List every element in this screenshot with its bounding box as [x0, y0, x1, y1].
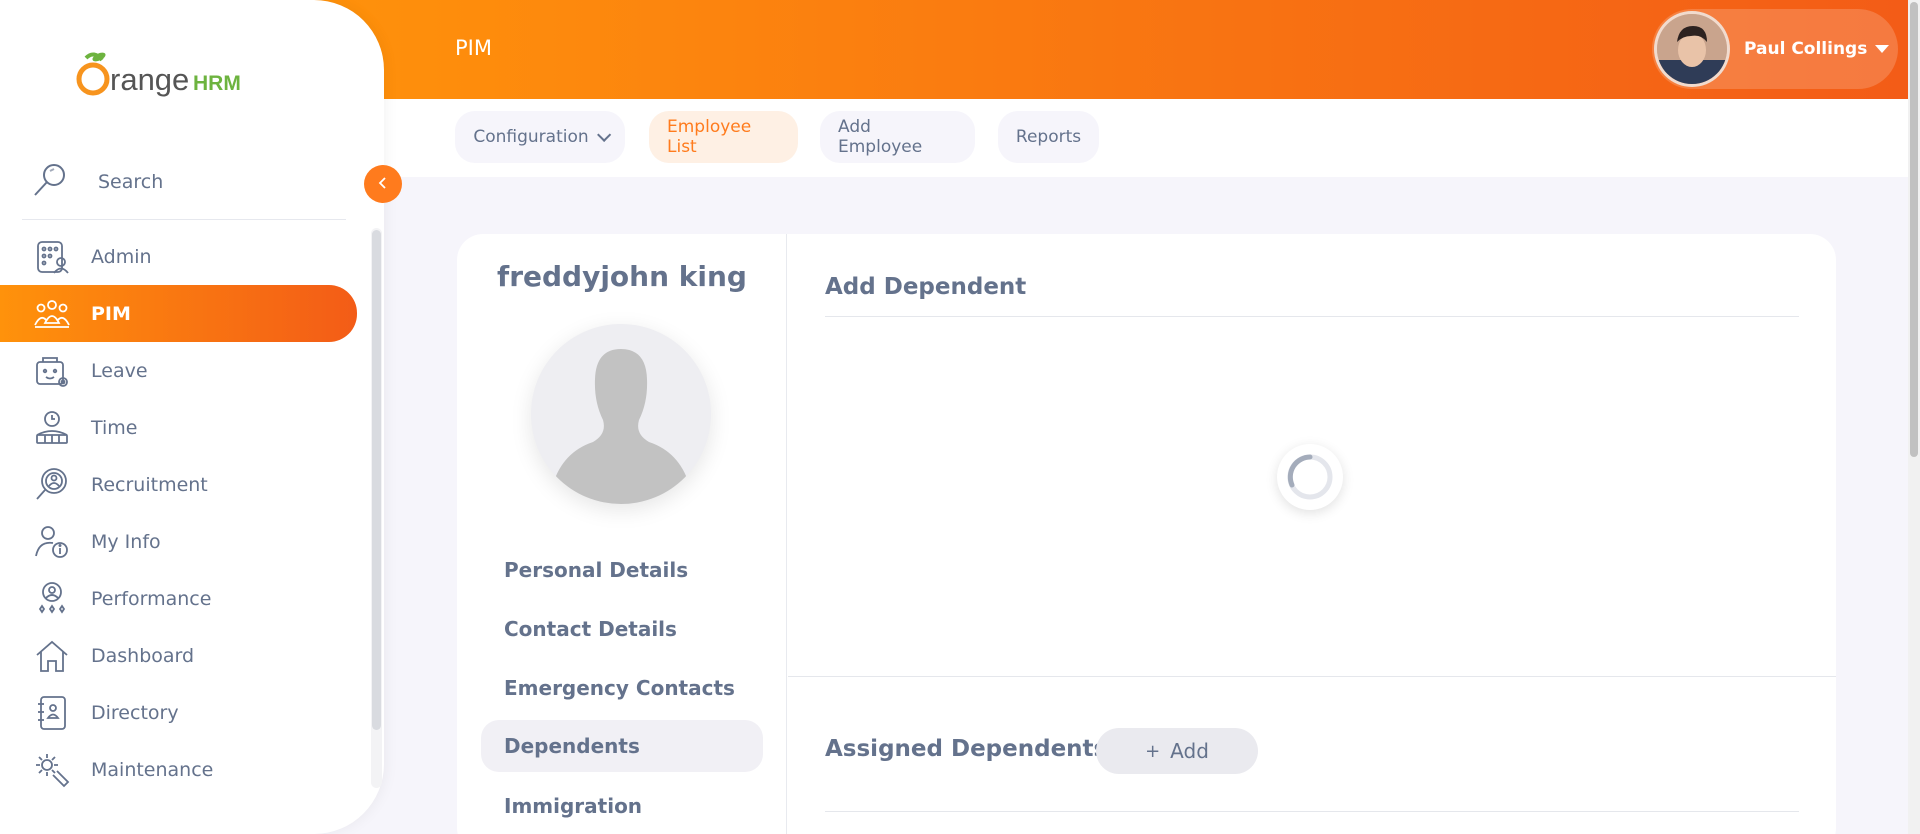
sidebar-item-label: Performance — [91, 587, 212, 610]
svg-text:range: range — [110, 62, 189, 97]
chevron-down-icon — [596, 127, 611, 142]
page-scrollbar[interactable] — [1908, 0, 1920, 834]
sidebar-item-my-info[interactable]: My Info — [0, 513, 360, 570]
search-divider — [22, 219, 346, 220]
sidebar-item-label: My Info — [91, 530, 161, 553]
sidebar-item-performance[interactable]: Performance — [0, 570, 360, 627]
tab-dependents[interactable]: Dependents — [481, 720, 763, 772]
search-label: Search — [98, 171, 164, 193]
sidebar-item-label: Dashboard — [91, 644, 195, 667]
sidebar-item-time[interactable]: Time — [0, 399, 360, 456]
tab-reports[interactable]: Reports — [998, 111, 1099, 163]
employee-photo[interactable] — [531, 324, 711, 504]
tab-add-employee[interactable]: Add Employee — [820, 111, 975, 163]
employee-card: freddyjohn king Personal Details Contact… — [457, 234, 1836, 834]
recruitment-icon — [32, 465, 72, 505]
admin-icon — [32, 237, 72, 277]
leave-icon — [32, 351, 72, 391]
tab-emergency-contacts[interactable]: Emergency Contacts — [481, 658, 763, 717]
sidebar-scrollbar-thumb[interactable] — [372, 230, 381, 730]
employee-name: freddyjohn king — [497, 260, 747, 293]
user-menu[interactable]: Paul Collings — [1652, 9, 1898, 89]
sidebar-item-label: Time — [91, 416, 138, 439]
sidebar-item-admin[interactable]: Admin — [0, 228, 360, 285]
add-button-label: Add — [1170, 739, 1209, 763]
sidebar-item-directory[interactable]: Directory — [0, 684, 360, 741]
section-divider — [788, 676, 1836, 677]
employee-side-panel: freddyjohn king Personal Details Contact… — [457, 234, 787, 834]
sidebar-item-label: Directory — [91, 701, 179, 724]
plus-icon: + — [1145, 740, 1161, 762]
employee-tabs: Personal Details Contact Details Emergen… — [481, 540, 763, 834]
user-name: Paul Collings — [1744, 39, 1868, 59]
sidebar-item-maintenance[interactable]: Maintenance — [0, 741, 360, 798]
maintenance-icon — [32, 750, 72, 790]
sidebar-item-label: Admin — [91, 245, 152, 268]
tab-label: Configuration — [473, 127, 589, 147]
divider — [825, 316, 1799, 317]
assigned-dependents-title: Assigned Dependents — [825, 736, 1108, 762]
tab-employee-list[interactable]: Employee List — [649, 111, 798, 163]
collapse-sidebar-button[interactable] — [364, 165, 402, 203]
sidebar: range HRM Search Admin PIM Leave Time Re… — [0, 0, 384, 834]
add-dependent-title: Add Dependent — [825, 274, 1027, 300]
dependents-panel: Add Dependent Assigned Dependents + Add — [788, 234, 1836, 834]
tab-personal-details[interactable]: Personal Details — [481, 540, 763, 599]
sidebar-item-label: Leave — [91, 359, 148, 382]
spinner-icon — [1287, 454, 1333, 500]
performance-icon — [32, 579, 72, 619]
tab-label: Add Employee — [838, 117, 923, 157]
chevron-left-icon — [377, 175, 389, 194]
directory-icon — [32, 693, 72, 733]
tab-immigration[interactable]: Immigration — [481, 776, 763, 834]
loading-spinner — [1277, 444, 1343, 510]
dashboard-icon — [32, 636, 72, 676]
sidebar-item-label: Recruitment — [91, 473, 208, 496]
tab-configuration[interactable]: Configuration — [455, 111, 625, 163]
avatar — [1654, 11, 1730, 87]
top-bar: PIM Paul Collings — [300, 0, 1908, 99]
sidebar-search[interactable]: Search — [30, 160, 163, 204]
sub-navigation: Configuration Employee List Add Employee… — [300, 99, 1908, 177]
sidebar-item-pim[interactable]: PIM — [0, 285, 357, 342]
tab-label: Employee List — [667, 117, 752, 157]
caret-down-icon — [1875, 45, 1890, 53]
sidebar-item-recruitment[interactable]: Recruitment — [0, 456, 360, 513]
sidebar-item-label: PIM — [91, 302, 131, 325]
add-dependent-button[interactable]: + Add — [1096, 728, 1258, 774]
my-info-icon — [32, 522, 72, 562]
page-scrollbar-thumb[interactable] — [1910, 2, 1918, 457]
pim-icon — [32, 294, 72, 334]
sidebar-nav: Admin PIM Leave Time Recruitment My Info… — [0, 228, 360, 798]
svg-text:HRM: HRM — [193, 72, 241, 95]
search-icon — [30, 160, 70, 204]
sidebar-item-leave[interactable]: Leave — [0, 342, 360, 399]
sidebar-item-label: Maintenance — [91, 758, 214, 781]
page-title: PIM — [455, 36, 492, 60]
sidebar-item-dashboard[interactable]: Dashboard — [0, 627, 360, 684]
tab-label: Reports — [1015, 127, 1082, 147]
tab-contact-details[interactable]: Contact Details — [481, 599, 763, 658]
divider — [825, 811, 1799, 812]
time-icon — [32, 408, 72, 448]
orangehrm-logo[interactable]: range HRM — [72, 44, 252, 100]
